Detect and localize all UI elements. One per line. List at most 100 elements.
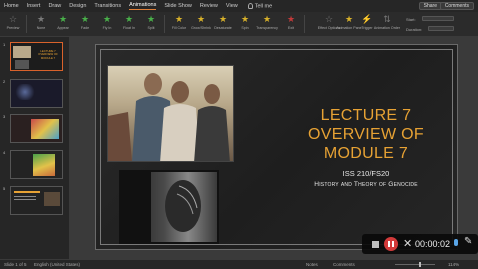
thumb-text-line [14, 191, 40, 193]
menu-design[interactable]: Design [69, 3, 86, 9]
effect-fade[interactable]: ★ Fade [74, 14, 96, 34]
thumb-photo [15, 60, 29, 69]
effect-label: Appear [57, 26, 69, 30]
star-yellow-icon: ★ [240, 14, 250, 24]
duration-field[interactable] [428, 26, 454, 31]
star-green-icon: ★ [146, 14, 156, 24]
effect-options-button[interactable]: ☆ Effect Options [318, 14, 341, 34]
effect-fill-color[interactable]: ★ Fill Color [168, 14, 190, 34]
star-green-icon: ★ [80, 14, 90, 24]
star-green-icon: ★ [58, 14, 68, 24]
menu-insert[interactable]: Insert [27, 3, 41, 9]
effect-exit[interactable]: ★ Exit [280, 14, 302, 34]
pen-icon[interactable]: ✎ [464, 236, 472, 248]
star-red-icon: ★ [286, 14, 296, 24]
recording-toolbar: ✕ 00:00:02 ✎ [362, 234, 478, 254]
pause-record-button[interactable] [384, 237, 398, 251]
comments-button[interactable]: Comments [439, 2, 474, 10]
trigger-label: Trigger [361, 26, 373, 30]
notes-button[interactable]: Notes [306, 262, 318, 267]
star-yellow-icon: ★ [344, 14, 354, 24]
thumb-number: 3 [3, 114, 6, 119]
slide-title[interactable]: LECTURE 7 OVERVIEW OF MODULE 7 [281, 106, 451, 163]
slide-title-line: MODULE 7 [323, 145, 409, 162]
effect-fly-in[interactable]: ★ Fly In [96, 14, 118, 34]
zoom-level[interactable]: 114% [448, 262, 459, 267]
slide-thumbnail-3[interactable] [10, 114, 63, 143]
effect-split[interactable]: ★ Split [140, 14, 162, 34]
trigger-button[interactable]: ⚡ Trigger [356, 14, 378, 34]
tell-me-label: Tell me [254, 3, 273, 10]
slide-thumbnail-2[interactable] [10, 79, 63, 108]
effect-float-in[interactable]: ★ Float In [118, 14, 140, 34]
thumb-image [44, 192, 60, 206]
thumb-photo [13, 46, 31, 58]
effect-label: None [36, 26, 46, 30]
portrait-figure [121, 172, 201, 242]
effect-appear[interactable]: ★ Appear [52, 14, 74, 34]
portrait-photo[interactable] [119, 170, 219, 244]
slide-subtitle-course-code[interactable]: ISS 210/FS20 [281, 169, 451, 178]
slide-thumbnail-1[interactable]: LECTURE 7 OVERVIEW OF MODULE 7 [10, 42, 63, 71]
effect-transparency[interactable]: ★ Transparency [256, 14, 278, 34]
slide-thumbnail-5[interactable] [10, 186, 63, 215]
thumb-number: 4 [3, 150, 6, 155]
effect-label: Split [147, 26, 155, 30]
menu-transitions[interactable]: Transitions [94, 3, 121, 9]
star-gray-icon: ★ [36, 14, 46, 24]
star-green-icon: ★ [124, 14, 134, 24]
thumb-map [33, 154, 55, 176]
slide-subtitle-course-title[interactable]: History and Theory of Genocide [281, 181, 451, 188]
record-timer: 00:00:02 [415, 239, 451, 249]
effect-label: Fill Color [171, 26, 187, 30]
pause-bar [388, 241, 390, 247]
menu-home[interactable]: Home [4, 3, 19, 9]
stop-record-icon[interactable] [372, 241, 379, 248]
effect-none[interactable]: ★ None [30, 14, 52, 34]
effect-spin[interactable]: ★ Spin [234, 14, 256, 34]
thumb-title: LECTURE 7 OVERVIEW OF MODULE 7 [38, 49, 58, 60]
star-outline-icon: ☆ [324, 14, 334, 24]
share-button[interactable]: Share [418, 2, 442, 10]
close-icon[interactable]: ✕ [403, 238, 412, 250]
menu-animations[interactable]: Animations [129, 2, 157, 10]
slide-thumbnail-4[interactable] [10, 150, 63, 179]
thumb-number: 5 [3, 186, 6, 191]
thumb-map [31, 119, 59, 139]
thumb-image [14, 84, 36, 100]
slide-thumbnails-panel: 1 LECTURE 7 OVERVIEW OF MODULE 7 2 3 4 5 [0, 37, 70, 259]
effect-desaturate[interactable]: ★ Desaturate [212, 14, 234, 34]
lightbulb-icon [247, 2, 253, 9]
menu-draw[interactable]: Draw [48, 3, 61, 9]
thumb-text-line [14, 199, 36, 200]
zoom-slider-knob[interactable] [419, 262, 421, 267]
star-yellow-icon: ★ [196, 14, 206, 24]
menu-bar: Home Insert Draw Design Transitions Anim… [0, 0, 478, 12]
effect-label: Fade [80, 26, 90, 30]
slide-count: Slide 1 of 5 [4, 262, 27, 267]
lightning-icon: ⚡ [361, 14, 373, 24]
current-slide[interactable]: LECTURE 7 OVERVIEW OF MODULE 7 ISS 210/F… [95, 44, 458, 250]
effect-grow-shrink[interactable]: ★ Grow/Shrink [190, 14, 212, 34]
zoom-slider[interactable] [395, 264, 435, 265]
slide-editing-area: LECTURE 7 OVERVIEW OF MODULE 7 ISS 210/F… [70, 37, 478, 259]
star-yellow-icon: ★ [262, 14, 272, 24]
effect-label: Grow/Shrink [191, 26, 211, 30]
preview-button[interactable]: ☆ Preview [2, 14, 24, 34]
ribbon-separator [164, 15, 165, 33]
menu-view[interactable]: View [226, 3, 238, 9]
ribbon-separator [26, 15, 27, 33]
microphone-icon[interactable] [454, 239, 458, 246]
start-select[interactable] [422, 16, 454, 21]
reorder-icon: ⇅ [383, 14, 391, 24]
menu-slide-show[interactable]: Slide Show [164, 3, 192, 9]
star-gray-icon: ☆ [8, 14, 18, 24]
duration-label: Duration: [406, 27, 423, 32]
language-indicator[interactable]: English (United States) [34, 262, 80, 267]
tell-me-box[interactable]: Tell me [247, 2, 273, 10]
star-green-icon: ★ [102, 14, 112, 24]
group-photo[interactable] [107, 65, 234, 162]
menu-review[interactable]: Review [200, 3, 218, 9]
animation-order-button[interactable]: ⇅ Animation Order [374, 14, 400, 34]
status-comments-button[interactable]: Comments [333, 262, 355, 267]
